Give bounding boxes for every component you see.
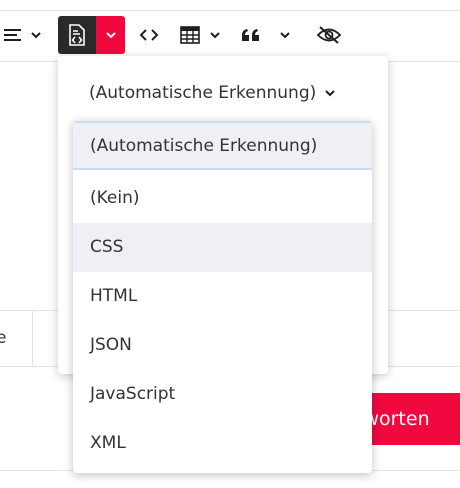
language-option-css[interactable]: CSS: [73, 223, 372, 272]
inline-code-button[interactable]: [136, 16, 162, 54]
language-option-none[interactable]: (Kein): [73, 174, 372, 223]
footer-divider: [32, 311, 33, 367]
align-button[interactable]: [0, 16, 26, 54]
language-option-html[interactable]: HTML: [73, 272, 372, 321]
code-block-language-dropdown-toggle[interactable]: [96, 16, 125, 54]
chevron-down-icon: [325, 90, 335, 97]
table-icon: [180, 26, 200, 44]
chevron-down-icon: [31, 32, 41, 39]
chevron-down-icon: [105, 32, 116, 39]
blockquote-button[interactable]: [238, 16, 264, 54]
table-dropdown-toggle[interactable]: [206, 16, 224, 54]
language-option-auto[interactable]: (Automatische Erkennung): [73, 121, 372, 170]
language-listbox: (Automatische Erkennung) (Kein) CSS HTML…: [73, 121, 372, 473]
toggle-preview-button[interactable]: [312, 16, 346, 54]
toolbar-top-border: [0, 10, 460, 11]
language-option-json[interactable]: JSON: [73, 321, 372, 370]
insert-table-button[interactable]: [176, 16, 204, 54]
insert-code-block-button[interactable]: [58, 16, 96, 54]
eye-off-icon: [316, 26, 342, 44]
code-icon: [139, 29, 159, 41]
align-dropdown-toggle[interactable]: [28, 16, 44, 54]
chevron-down-icon: [280, 32, 290, 39]
quote-icon: [242, 29, 259, 41]
chevron-down-icon: [210, 32, 220, 39]
more-options-dropdown-toggle[interactable]: [276, 16, 294, 54]
align-icon: [4, 29, 21, 41]
language-option-xml[interactable]: XML: [73, 419, 372, 468]
language-select-value: (Automatische Erkennung): [89, 83, 317, 103]
language-option-javascript[interactable]: JavaScript: [73, 370, 372, 419]
footer-left-label[interactable]: e: [0, 328, 6, 348]
code-block-icon: [69, 24, 85, 46]
language-select[interactable]: (Automatische Erkennung): [89, 83, 336, 103]
